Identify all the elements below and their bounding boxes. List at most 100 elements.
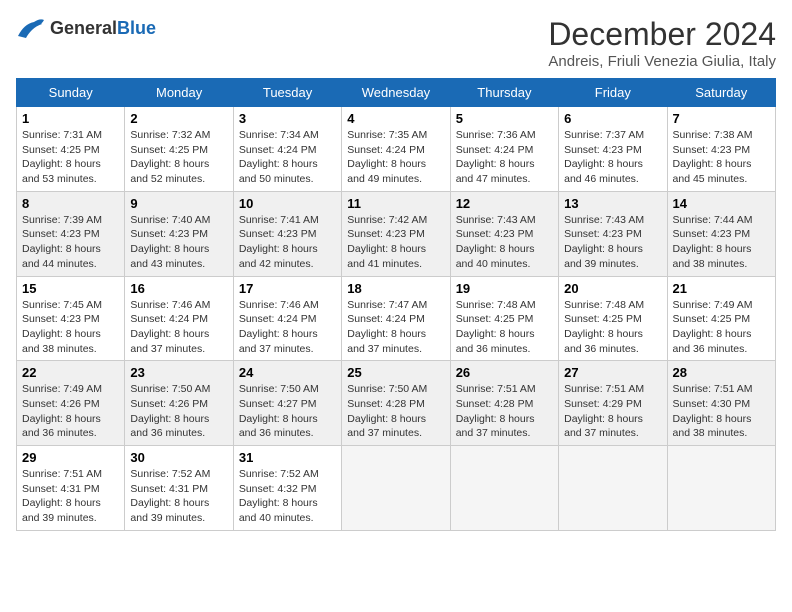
day-info: Sunrise: 7:37 AM Sunset: 4:23 PM Dayligh…: [564, 128, 661, 187]
day-number: 6: [564, 111, 661, 126]
table-row: 24 Sunrise: 7:50 AM Sunset: 4:27 PM Dayli…: [233, 361, 341, 446]
day-info: Sunrise: 7:41 AM Sunset: 4:23 PM Dayligh…: [239, 213, 336, 272]
calendar-week-row: 1 Sunrise: 7:31 AM Sunset: 4:25 PM Daylig…: [17, 107, 776, 192]
table-row: 12 Sunrise: 7:43 AM Sunset: 4:23 PM Dayli…: [450, 191, 558, 276]
table-row: 21 Sunrise: 7:49 AM Sunset: 4:25 PM Dayli…: [667, 276, 775, 361]
calendar-week-row: 22 Sunrise: 7:49 AM Sunset: 4:26 PM Dayli…: [17, 361, 776, 446]
day-number: 14: [673, 196, 770, 211]
day-info: Sunrise: 7:49 AM Sunset: 4:25 PM Dayligh…: [673, 298, 770, 357]
day-info: Sunrise: 7:46 AM Sunset: 4:24 PM Dayligh…: [130, 298, 227, 357]
day-info: Sunrise: 7:43 AM Sunset: 4:23 PM Dayligh…: [564, 213, 661, 272]
day-info: Sunrise: 7:51 AM Sunset: 4:28 PM Dayligh…: [456, 382, 553, 441]
table-row: 27 Sunrise: 7:51 AM Sunset: 4:29 PM Dayli…: [559, 361, 667, 446]
day-number: 16: [130, 281, 227, 296]
day-number: 4: [347, 111, 444, 126]
day-info: Sunrise: 7:50 AM Sunset: 4:26 PM Dayligh…: [130, 382, 227, 441]
col-friday: Friday: [559, 79, 667, 107]
day-info: Sunrise: 7:50 AM Sunset: 4:28 PM Dayligh…: [347, 382, 444, 441]
table-row: 3 Sunrise: 7:34 AM Sunset: 4:24 PM Daylig…: [233, 107, 341, 192]
day-info: Sunrise: 7:35 AM Sunset: 4:24 PM Dayligh…: [347, 128, 444, 187]
days-header-row: Sunday Monday Tuesday Wednesday Thursday…: [17, 79, 776, 107]
table-row: 18 Sunrise: 7:47 AM Sunset: 4:24 PM Dayli…: [342, 276, 450, 361]
day-number: 15: [22, 281, 119, 296]
calendar-week-row: 15 Sunrise: 7:45 AM Sunset: 4:23 PM Dayli…: [17, 276, 776, 361]
table-row: 10 Sunrise: 7:41 AM Sunset: 4:23 PM Dayli…: [233, 191, 341, 276]
day-number: 18: [347, 281, 444, 296]
table-row: [559, 446, 667, 531]
header: GeneralBlue December 2024 Andreis, Friul…: [16, 16, 776, 70]
day-number: 29: [22, 450, 119, 465]
day-number: 5: [456, 111, 553, 126]
day-number: 10: [239, 196, 336, 211]
day-number: 12: [456, 196, 553, 211]
table-row: [667, 446, 775, 531]
day-info: Sunrise: 7:51 AM Sunset: 4:29 PM Dayligh…: [564, 382, 661, 441]
day-number: 27: [564, 365, 661, 380]
col-monday: Monday: [125, 79, 233, 107]
logo-text: GeneralBlue: [50, 18, 156, 39]
day-number: 13: [564, 196, 661, 211]
day-info: Sunrise: 7:48 AM Sunset: 4:25 PM Dayligh…: [564, 298, 661, 357]
day-info: Sunrise: 7:44 AM Sunset: 4:23 PM Dayligh…: [673, 213, 770, 272]
day-number: 24: [239, 365, 336, 380]
table-row: 15 Sunrise: 7:45 AM Sunset: 4:23 PM Dayli…: [17, 276, 125, 361]
day-number: 22: [22, 365, 119, 380]
table-row: 20Sunrise: 7:48 AM Sunset: 4:25 PM Dayli…: [559, 276, 667, 361]
col-thursday: Thursday: [450, 79, 558, 107]
day-number: 7: [673, 111, 770, 126]
table-row: 14 Sunrise: 7:44 AM Sunset: 4:23 PM Dayli…: [667, 191, 775, 276]
table-row: 28Sunrise: 7:51 AM Sunset: 4:30 PM Dayli…: [667, 361, 775, 446]
day-info: Sunrise: 7:49 AM Sunset: 4:26 PM Dayligh…: [22, 382, 119, 441]
day-info: Sunrise: 7:51 AM Sunset: 4:31 PM Dayligh…: [22, 467, 119, 526]
calendar-week-row: 29 Sunrise: 7:51 AM Sunset: 4:31 PM Dayli…: [17, 446, 776, 531]
table-row: 5 Sunrise: 7:36 AM Sunset: 4:24 PM Daylig…: [450, 107, 558, 192]
day-number: 30: [130, 450, 227, 465]
day-info: Sunrise: 7:38 AM Sunset: 4:23 PM Dayligh…: [673, 128, 770, 187]
table-row: 1 Sunrise: 7:31 AM Sunset: 4:25 PM Daylig…: [17, 107, 125, 192]
table-row: 6 Sunrise: 7:37 AM Sunset: 4:23 PM Daylig…: [559, 107, 667, 192]
table-row: 11Sunrise: 7:42 AM Sunset: 4:23 PM Dayli…: [342, 191, 450, 276]
table-row: 9Sunrise: 7:40 AM Sunset: 4:23 PM Daylig…: [125, 191, 233, 276]
table-row: 16 Sunrise: 7:46 AM Sunset: 4:24 PM Dayli…: [125, 276, 233, 361]
day-number: 21: [673, 281, 770, 296]
day-number: 25: [347, 365, 444, 380]
table-row: 22 Sunrise: 7:49 AM Sunset: 4:26 PM Dayli…: [17, 361, 125, 446]
day-number: 23: [130, 365, 227, 380]
title-area: December 2024 Andreis, Friuli Venezia Gi…: [548, 16, 776, 70]
day-info: Sunrise: 7:32 AM Sunset: 4:25 PM Dayligh…: [130, 128, 227, 187]
logo: GeneralBlue: [16, 16, 156, 40]
table-row: 30 Sunrise: 7:52 AM Sunset: 4:31 PM Dayli…: [125, 446, 233, 531]
month-title: December 2024: [548, 16, 776, 53]
logo-general: General: [50, 18, 117, 38]
table-row: 8Sunrise: 7:39 AM Sunset: 4:23 PM Daylig…: [17, 191, 125, 276]
table-row: 29 Sunrise: 7:51 AM Sunset: 4:31 PM Dayli…: [17, 446, 125, 531]
col-saturday: Saturday: [667, 79, 775, 107]
day-number: 31: [239, 450, 336, 465]
day-info: Sunrise: 7:31 AM Sunset: 4:25 PM Dayligh…: [22, 128, 119, 187]
day-info: Sunrise: 7:47 AM Sunset: 4:24 PM Dayligh…: [347, 298, 444, 357]
day-info: Sunrise: 7:48 AM Sunset: 4:25 PM Dayligh…: [456, 298, 553, 357]
logo-icon: [16, 16, 46, 40]
day-number: 3: [239, 111, 336, 126]
calendar-table: Sunday Monday Tuesday Wednesday Thursday…: [16, 78, 776, 531]
location-subtitle: Andreis, Friuli Venezia Giulia, Italy: [548, 53, 776, 70]
logo-blue: Blue: [117, 18, 156, 38]
table-row: 31 Sunrise: 7:52 AM Sunset: 4:32 PM Dayli…: [233, 446, 341, 531]
day-info: Sunrise: 7:52 AM Sunset: 4:32 PM Dayligh…: [239, 467, 336, 526]
day-number: 26: [456, 365, 553, 380]
day-info: Sunrise: 7:45 AM Sunset: 4:23 PM Dayligh…: [22, 298, 119, 357]
table-row: 17Sunrise: 7:46 AM Sunset: 4:24 PM Dayli…: [233, 276, 341, 361]
day-number: 2: [130, 111, 227, 126]
day-info: Sunrise: 7:34 AM Sunset: 4:24 PM Dayligh…: [239, 128, 336, 187]
table-row: 26 Sunrise: 7:51 AM Sunset: 4:28 PM Dayli…: [450, 361, 558, 446]
day-number: 1: [22, 111, 119, 126]
day-number: 11: [347, 196, 444, 211]
day-info: Sunrise: 7:51 AM Sunset: 4:30 PM Dayligh…: [673, 382, 770, 441]
table-row: 2 Sunrise: 7:32 AM Sunset: 4:25 PM Daylig…: [125, 107, 233, 192]
day-info: Sunrise: 7:52 AM Sunset: 4:31 PM Dayligh…: [130, 467, 227, 526]
day-info: Sunrise: 7:43 AM Sunset: 4:23 PM Dayligh…: [456, 213, 553, 272]
day-number: 8: [22, 196, 119, 211]
day-info: Sunrise: 7:50 AM Sunset: 4:27 PM Dayligh…: [239, 382, 336, 441]
day-number: 19: [456, 281, 553, 296]
day-info: Sunrise: 7:36 AM Sunset: 4:24 PM Dayligh…: [456, 128, 553, 187]
